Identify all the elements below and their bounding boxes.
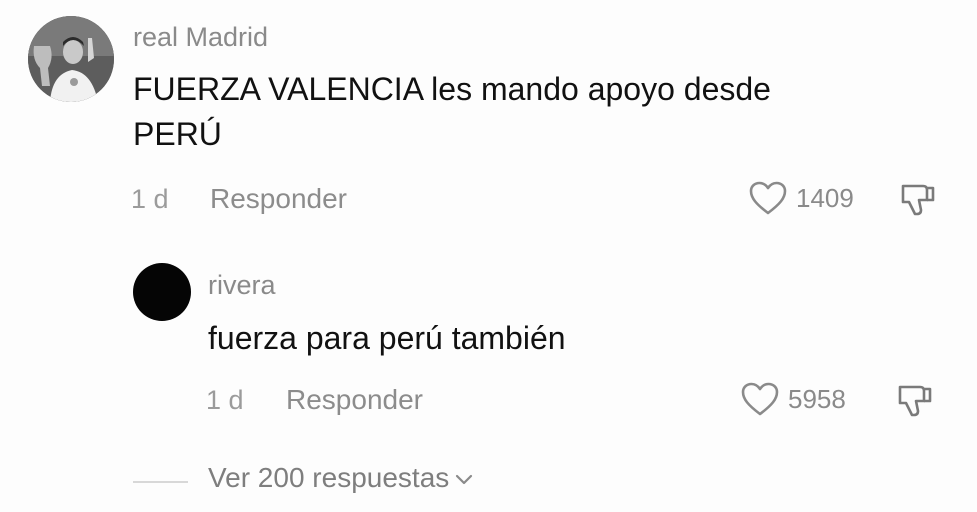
reply-avatar[interactable]	[133, 263, 191, 321]
like-count: 1409	[796, 182, 854, 213]
comment-text-line-1: FUERZA VALENCIA les mando apoyo desde	[133, 71, 771, 107]
thumbs-down-icon	[901, 184, 935, 216]
like-button[interactable]: 1409	[748, 180, 854, 216]
reply-reply-button[interactable]: Responder	[286, 384, 423, 416]
view-replies-button[interactable]: Ver 200 respuestas	[208, 462, 473, 494]
chevron-down-icon	[456, 474, 473, 485]
dislike-button[interactable]	[897, 180, 937, 225]
reply-text: fuerza para perú también	[208, 320, 566, 356]
reply-dislike-button[interactable]	[894, 381, 934, 426]
reply-button[interactable]: Responder	[210, 183, 347, 215]
view-replies-label: Ver 200 respuestas	[208, 462, 450, 493]
reply-like-count: 5958	[788, 383, 846, 414]
thumbs-down-icon	[898, 385, 932, 417]
heart-outline-icon	[749, 181, 787, 215]
heart-outline-icon	[741, 382, 779, 416]
comment-username[interactable]: real Madrid	[133, 22, 268, 53]
comment-age: 1 d	[131, 184, 169, 214]
thread-divider	[133, 481, 188, 483]
reply-like-button[interactable]: 5958	[740, 381, 846, 417]
profile-photo	[28, 16, 114, 102]
comment-thread: real Madrid FUERZA VALENCIA les mando ap…	[0, 0, 977, 512]
reply-username[interactable]: rivera	[208, 270, 276, 301]
avatar[interactable]	[28, 16, 114, 102]
reply-age: 1 d	[206, 385, 244, 415]
comment-text-line-2: PERÚ	[133, 116, 222, 152]
